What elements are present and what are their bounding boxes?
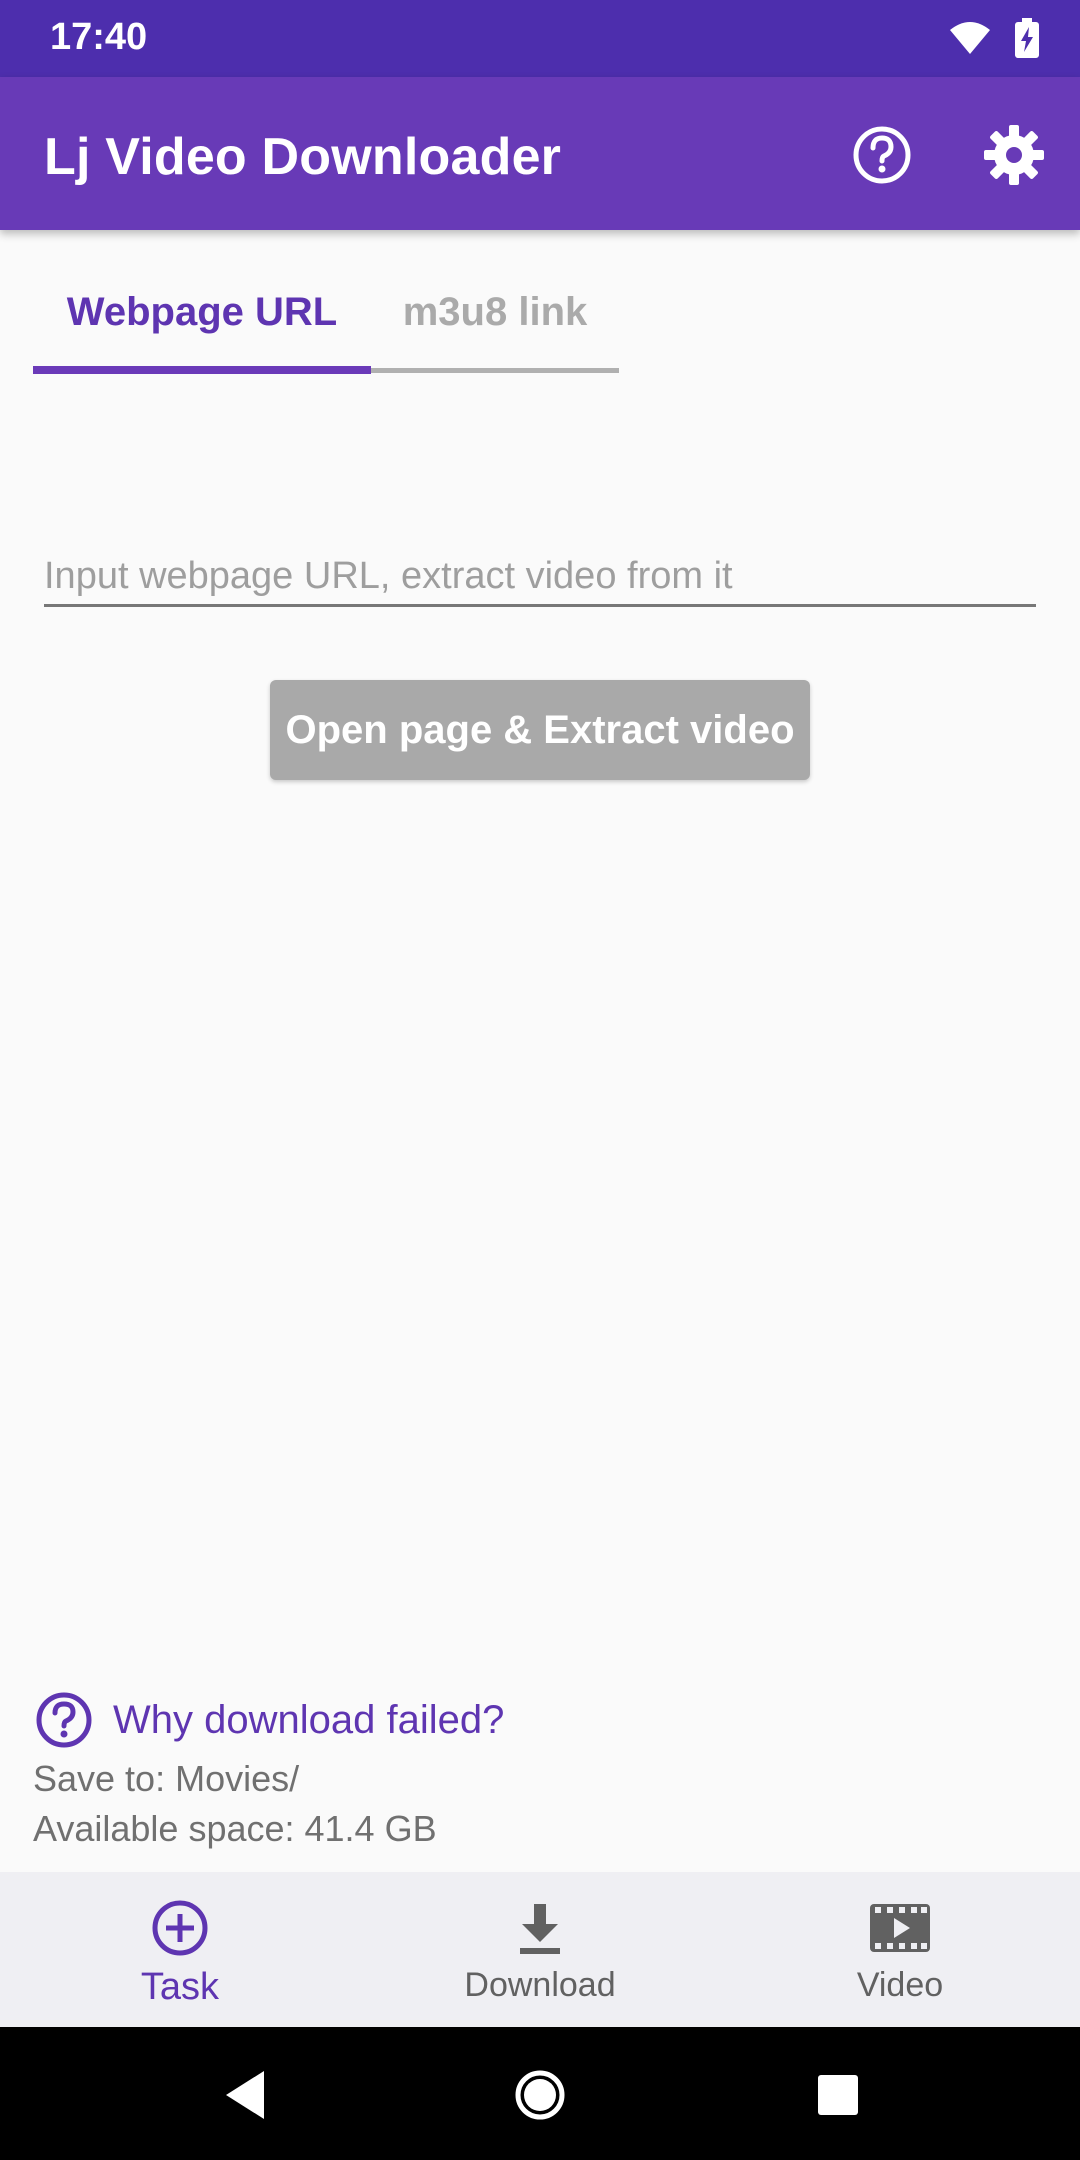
nav-task[interactable]: Task: [0, 1872, 360, 2027]
home-icon[interactable]: [510, 2065, 570, 2125]
tab-m3u8-link[interactable]: m3u8 link: [371, 262, 619, 366]
settings-icon: [984, 125, 1044, 185]
status-bar: 17:40: [0, 0, 1080, 77]
back-icon[interactable]: [218, 2065, 278, 2125]
nav-download[interactable]: Download: [360, 1872, 720, 2027]
tab-active-indicator: [33, 366, 371, 374]
wifi-icon: [950, 22, 990, 54]
help-icon: [853, 126, 911, 184]
film-icon: [870, 1904, 930, 1952]
webpage-url-input[interactable]: [44, 548, 1036, 607]
why-download-failed-label: Why download failed?: [113, 1697, 505, 1742]
settings-button[interactable]: [982, 123, 1046, 187]
nav-task-label: Task: [140, 1966, 220, 2008]
system-navigation-bar: [0, 2027, 1080, 2160]
app-bar: Lj Video Downloader: [0, 77, 1080, 230]
battery-charging-icon: [1015, 18, 1039, 58]
nav-video[interactable]: Video: [720, 1872, 1080, 2027]
save-to-path: Save to: Movies/: [33, 1758, 300, 1799]
nav-download-label: Download: [464, 1966, 616, 2004]
available-space: Available space: 41.4 GB: [33, 1808, 437, 1849]
add-circle-icon: [152, 1900, 208, 1956]
recent-apps-icon[interactable]: [808, 2065, 868, 2125]
status-time: 17:40: [50, 16, 148, 58]
status-icons: [948, 18, 1040, 58]
tab-webpage-url[interactable]: Webpage URL: [33, 262, 371, 366]
app-title: Lj Video Downloader: [44, 128, 562, 186]
tab-bar: Webpage URL m3u8 link: [33, 262, 619, 374]
help-button[interactable]: [850, 123, 914, 187]
nav-video-label: Video: [856, 1966, 944, 2004]
help-circle-icon: [36, 1692, 92, 1748]
bottom-navigation: Task Download Video: [0, 1872, 1080, 2027]
extract-video-button[interactable]: Open page & Extract video: [270, 680, 810, 780]
why-download-failed-link[interactable]: Why download failed?: [35, 1690, 504, 1750]
download-icon: [520, 1904, 560, 1954]
